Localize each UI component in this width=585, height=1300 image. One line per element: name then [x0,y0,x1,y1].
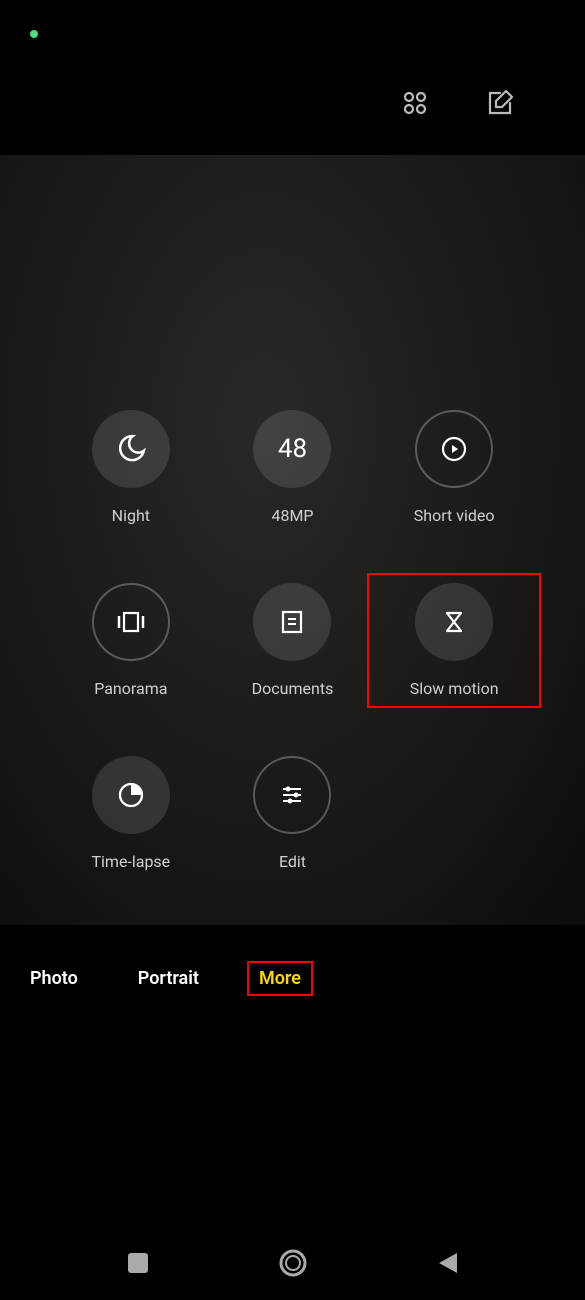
edit-icon [486,89,514,117]
mode-time-lapse[interactable]: Time-lapse [50,756,212,871]
mode-panorama-label: Panorama [94,679,167,698]
grid-layout-button[interactable] [400,88,430,118]
mode-edit[interactable]: Edit [212,756,374,871]
mode-night-circle [92,410,170,488]
hourglass-icon [441,609,467,635]
mode-documents-circle [253,583,331,661]
recent-apps-icon [127,1252,149,1274]
back-button[interactable] [432,1247,464,1279]
mode-documents[interactable]: Documents [212,583,374,698]
bottom-section: Photo Portrait More [0,925,585,1032]
grid-icon [402,90,428,116]
mode-time-lapse-label: Time-lapse [91,852,170,871]
tab-portrait[interactable]: Portrait [138,968,199,989]
camera-modes-grid: Night 48 48MP Short video [0,410,585,871]
navigation-bar [0,1225,585,1300]
text-48-icon: 48 [278,434,307,464]
back-icon [437,1251,459,1275]
home-icon [278,1248,308,1278]
mode-edit-label: Edit [279,852,306,871]
mode-slow-motion[interactable]: Slow motion [367,573,541,708]
top-toolbar [0,50,585,155]
edit-layout-button[interactable] [485,88,515,118]
clock-pie-icon [117,781,145,809]
tab-photo[interactable]: Photo [30,968,78,989]
mode-time-lapse-circle [92,756,170,834]
recent-apps-button[interactable] [122,1247,154,1279]
mode-documents-label: Documents [252,679,334,698]
mode-tabs: Photo Portrait More [0,925,585,1032]
mode-panorama-circle [92,583,170,661]
mode-night-label: Night [112,506,150,525]
document-icon [279,609,305,635]
status-bar [0,0,585,50]
play-circle-icon [439,434,469,464]
mode-short-video-label: Short video [414,506,495,525]
mode-edit-circle [253,756,331,834]
mode-short-video-circle [415,410,493,488]
mode-slow-motion-circle [415,583,493,661]
viewfinder-area: Night 48 48MP Short video [0,155,585,925]
home-button[interactable] [277,1247,309,1279]
mode-panorama[interactable]: Panorama [50,583,212,698]
mode-short-video[interactable]: Short video [373,410,535,525]
moon-icon [116,434,146,464]
panorama-icon [115,608,147,636]
camera-active-indicator [30,30,38,38]
mode-48mp-label: 48MP [271,506,313,525]
mode-night[interactable]: Night [50,410,212,525]
mode-48mp-circle: 48 [253,410,331,488]
mode-48mp[interactable]: 48 48MP [212,410,374,525]
sliders-icon [279,782,305,808]
tab-more[interactable]: More [247,961,313,996]
mode-slow-motion-label: Slow motion [410,679,499,698]
